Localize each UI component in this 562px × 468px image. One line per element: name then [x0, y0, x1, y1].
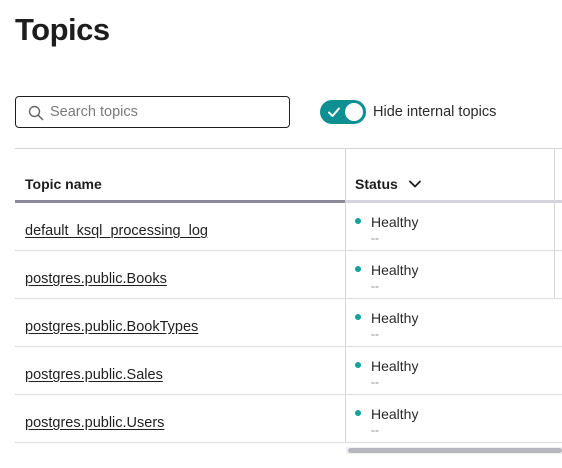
- status-subtext: --: [371, 327, 379, 341]
- status-text: Healthy: [371, 358, 419, 374]
- hide-internal-topics-toggle[interactable]: [320, 100, 366, 124]
- toggle-knob: [345, 103, 363, 121]
- status-healthy-dot: [355, 314, 361, 320]
- status-subtext: --: [371, 279, 379, 293]
- table-row: default_ksql_processing_log Healthy --: [15, 203, 562, 251]
- search-box[interactable]: [15, 96, 290, 128]
- search-icon: [28, 105, 44, 121]
- table-row: postgres.public.Sales Healthy --: [15, 347, 562, 395]
- search-input[interactable]: [50, 97, 282, 127]
- status-subtext: --: [371, 423, 379, 437]
- horizontal-scrollbar-thumb[interactable]: [348, 448, 562, 453]
- page-title: Topics: [15, 12, 110, 47]
- status-healthy-dot: [355, 410, 361, 416]
- topic-link[interactable]: postgres.public.BookTypes: [25, 318, 198, 336]
- status-subtext: --: [371, 231, 379, 245]
- status-subtext: --: [371, 375, 379, 389]
- status-text: Healthy: [371, 262, 419, 278]
- topic-link[interactable]: postgres.public.Sales: [25, 366, 163, 384]
- table-row: postgres.public.BookTypes Healthy --: [15, 299, 562, 347]
- table-row: postgres.public.Users Healthy --: [15, 395, 562, 443]
- check-icon: [328, 107, 340, 117]
- topic-link[interactable]: default_ksql_processing_log: [25, 222, 208, 240]
- status-healthy-dot: [355, 266, 361, 272]
- column-header-topic-name[interactable]: Topic name: [25, 175, 102, 193]
- topics-table: Topic name Status default_ksql_processin…: [15, 148, 562, 454]
- table-top-border: [15, 148, 562, 149]
- status-text: Healthy: [371, 406, 419, 422]
- topic-link[interactable]: postgres.public.Users: [25, 414, 164, 432]
- status-text: Healthy: [371, 310, 419, 326]
- chevron-down-icon[interactable]: [408, 177, 422, 191]
- status-healthy-dot: [355, 362, 361, 368]
- column-header-status[interactable]: Status: [355, 175, 398, 193]
- table-row: postgres.public.Books Healthy --: [15, 251, 562, 299]
- topic-link[interactable]: postgres.public.Books: [25, 270, 167, 288]
- toggle-label: Hide internal topics: [373, 104, 497, 120]
- status-healthy-dot: [355, 218, 361, 224]
- status-text: Healthy: [371, 214, 419, 230]
